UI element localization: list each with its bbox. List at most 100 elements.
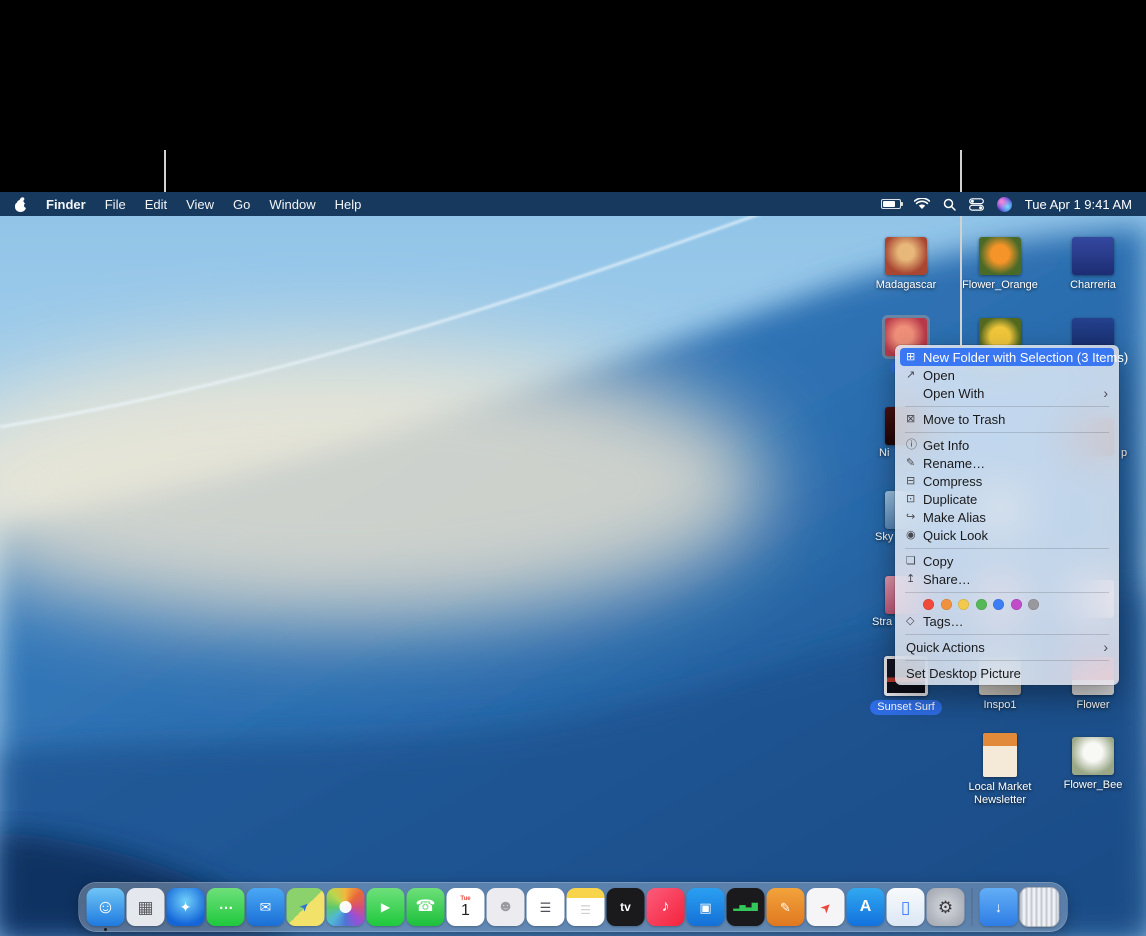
menu-item-label: New Folder with Selection (3 Items) (923, 350, 1128, 365)
system-settings-glyph: ⚙ (938, 899, 953, 916)
desktop-item-flower-bee[interactable]: Flower_Bee (1051, 737, 1135, 792)
dock-app-store-icon[interactable]: A (847, 888, 885, 926)
chevron-right-icon: › (1103, 386, 1108, 400)
file-thumbnail[interactable] (1072, 737, 1114, 775)
menu-view[interactable]: View (186, 197, 214, 212)
dock-maps-icon[interactable]: ➤ (287, 888, 325, 926)
siri-icon[interactable] (997, 197, 1012, 212)
keynote-glyph: ▣ (699, 901, 711, 914)
file-label: Flower (1076, 699, 1109, 712)
tag-color-row (900, 596, 1114, 612)
dock: ☺▦✦…✉➤▶☎Tue1☻☰☰tv♪▣▂▅▃▇✎➤A▯⚙↓ (79, 882, 1068, 932)
downloads-glyph: ↓ (995, 900, 1002, 914)
menu-app-name[interactable]: Finder (46, 197, 86, 212)
dock-downloads-icon[interactable]: ↓ (980, 888, 1018, 926)
tags-icon: ◇ (906, 616, 923, 627)
context-menu-item-quick-look[interactable]: ◉Quick Look (900, 526, 1114, 544)
battery-icon[interactable] (881, 199, 901, 209)
tag-color-dot[interactable] (958, 599, 969, 610)
context-menu-item-tags[interactable]: ◇Tags… (900, 612, 1114, 630)
menu-bar: Finder File Edit View Go Window Help Tue Apr … (0, 192, 1146, 216)
dock-finder-icon[interactable]: ☺ (87, 888, 125, 926)
launchpad-glyph: ▦ (137, 899, 153, 916)
menu-item-label: Tags… (923, 614, 963, 629)
wifi-icon[interactable] (914, 198, 930, 210)
context-menu-item-get-info[interactable]: ⓘGet Info (900, 436, 1114, 454)
dock-reminders-icon[interactable]: ☰ (527, 888, 565, 926)
dock-facetime-icon[interactable]: ▶ (367, 888, 405, 926)
dock-system-settings-icon[interactable]: ⚙ (927, 888, 965, 926)
menu-file[interactable]: File (105, 197, 126, 212)
dock-iphone-mirroring-icon[interactable]: ▯ (887, 888, 925, 926)
dock-trash-icon[interactable] (1020, 887, 1060, 927)
file-thumbnail[interactable] (1072, 237, 1114, 275)
context-menu-item-quick-actions[interactable]: Quick Actions› (900, 638, 1114, 656)
context-menu-item-copy[interactable]: ❏Copy (900, 552, 1114, 570)
dock-launchpad-icon[interactable]: ▦ (127, 888, 165, 926)
menu-go[interactable]: Go (233, 197, 250, 212)
context-menu-item-open-with[interactable]: Open With› (900, 384, 1114, 402)
reminders-glyph: ☰ (540, 901, 552, 914)
context-menu-item-new-folder-with-selection-3-items[interactable]: ⊞New Folder with Selection (3 Items) (900, 348, 1114, 366)
file-thumbnail[interactable] (885, 237, 927, 275)
dock-keynote-icon[interactable]: ▣ (687, 888, 725, 926)
menu-separator (905, 660, 1109, 661)
file-label: Flower_Bee (1064, 779, 1123, 792)
iphone-mirroring-glyph: ▯ (901, 899, 910, 916)
dock-phone-icon[interactable]: ☎ (407, 888, 445, 926)
context-menu-item-move-to-trash[interactable]: ⊠Move to Trash (900, 410, 1114, 428)
menu-window[interactable]: Window (269, 197, 315, 212)
menu-separator (905, 432, 1109, 433)
dock-photos-icon[interactable] (327, 888, 365, 926)
file-thumbnail[interactable] (983, 733, 1017, 777)
dock-messages-icon[interactable]: … (207, 888, 245, 926)
calendar-day: 1 (461, 902, 470, 920)
file-label: Madagascar (876, 279, 937, 292)
context-menu-item-rename[interactable]: ✎Rename… (900, 454, 1114, 472)
desktop-item-madagascar[interactable]: Madagascar (864, 237, 948, 292)
tag-color-dot[interactable] (1011, 599, 1022, 610)
copy-icon: ❏ (906, 556, 923, 567)
context-menu-item-make-alias[interactable]: ↪Make Alias (900, 508, 1114, 526)
tag-color-dot[interactable] (976, 599, 987, 610)
share-icon: ↥ (906, 574, 923, 585)
menu-item-label: Rename… (923, 456, 985, 471)
tag-color-dot[interactable] (923, 599, 934, 610)
dock-music-icon[interactable]: ♪ (647, 888, 685, 926)
dock-safari-icon[interactable]: ✦ (167, 888, 205, 926)
file-thumbnail[interactable] (979, 237, 1021, 275)
dock-rocket-icon[interactable]: ➤ (807, 888, 845, 926)
context-menu-item-compress[interactable]: ⊟Compress (900, 472, 1114, 490)
compress-icon: ⊟ (906, 476, 923, 487)
apple-menu-icon[interactable] (14, 197, 27, 212)
tag-color-dot[interactable] (941, 599, 952, 610)
desktop-item-charreria[interactable]: Charreria (1051, 237, 1135, 292)
spotlight-search-icon[interactable] (943, 198, 956, 211)
callout-line-menu-bar (164, 150, 166, 192)
desktop-item-local-market-newsletter[interactable]: Local Market Newsletter (958, 733, 1042, 806)
desktop-item-flower-orange[interactable]: Flower_Orange (958, 237, 1042, 292)
menu-bar-clock[interactable]: Tue Apr 1 9:41 AM (1025, 197, 1132, 212)
dock-contacts-icon[interactable]: ☻ (487, 888, 525, 926)
dock-stocks-icon[interactable]: ▂▅▃▇ (727, 888, 765, 926)
dock-notes-icon[interactable]: ☰ (567, 888, 605, 926)
context-menu-item-share[interactable]: ↥Share… (900, 570, 1114, 588)
macos-desktop-screenshot: Finder File Edit View Go Window Help Tue Apr … (0, 0, 1146, 936)
menu-bar-status: Tue Apr 1 9:41 AM (881, 197, 1146, 212)
dock-tv-icon[interactable]: tv (607, 888, 645, 926)
tag-color-dot[interactable] (1028, 599, 1039, 610)
control-center-icon[interactable] (969, 198, 984, 211)
menu-item-label: Quick Look (923, 528, 988, 543)
context-menu-item-open[interactable]: ↗Open (900, 366, 1114, 384)
context-menu-item-duplicate[interactable]: ⊡Duplicate (900, 490, 1114, 508)
menu-edit[interactable]: Edit (145, 197, 167, 212)
dock-divider (972, 888, 973, 926)
dock-calendar-icon[interactable]: Tue1 (447, 888, 485, 926)
file-label: Inspo1 (983, 699, 1016, 712)
safari-glyph: ✦ (180, 900, 192, 914)
tag-color-dot[interactable] (993, 599, 1004, 610)
menu-help[interactable]: Help (335, 197, 362, 212)
dock-mail-icon[interactable]: ✉ (247, 888, 285, 926)
context-menu-item-set-desktop-picture[interactable]: Set Desktop Picture (900, 664, 1114, 682)
dock-pages-icon[interactable]: ✎ (767, 888, 805, 926)
